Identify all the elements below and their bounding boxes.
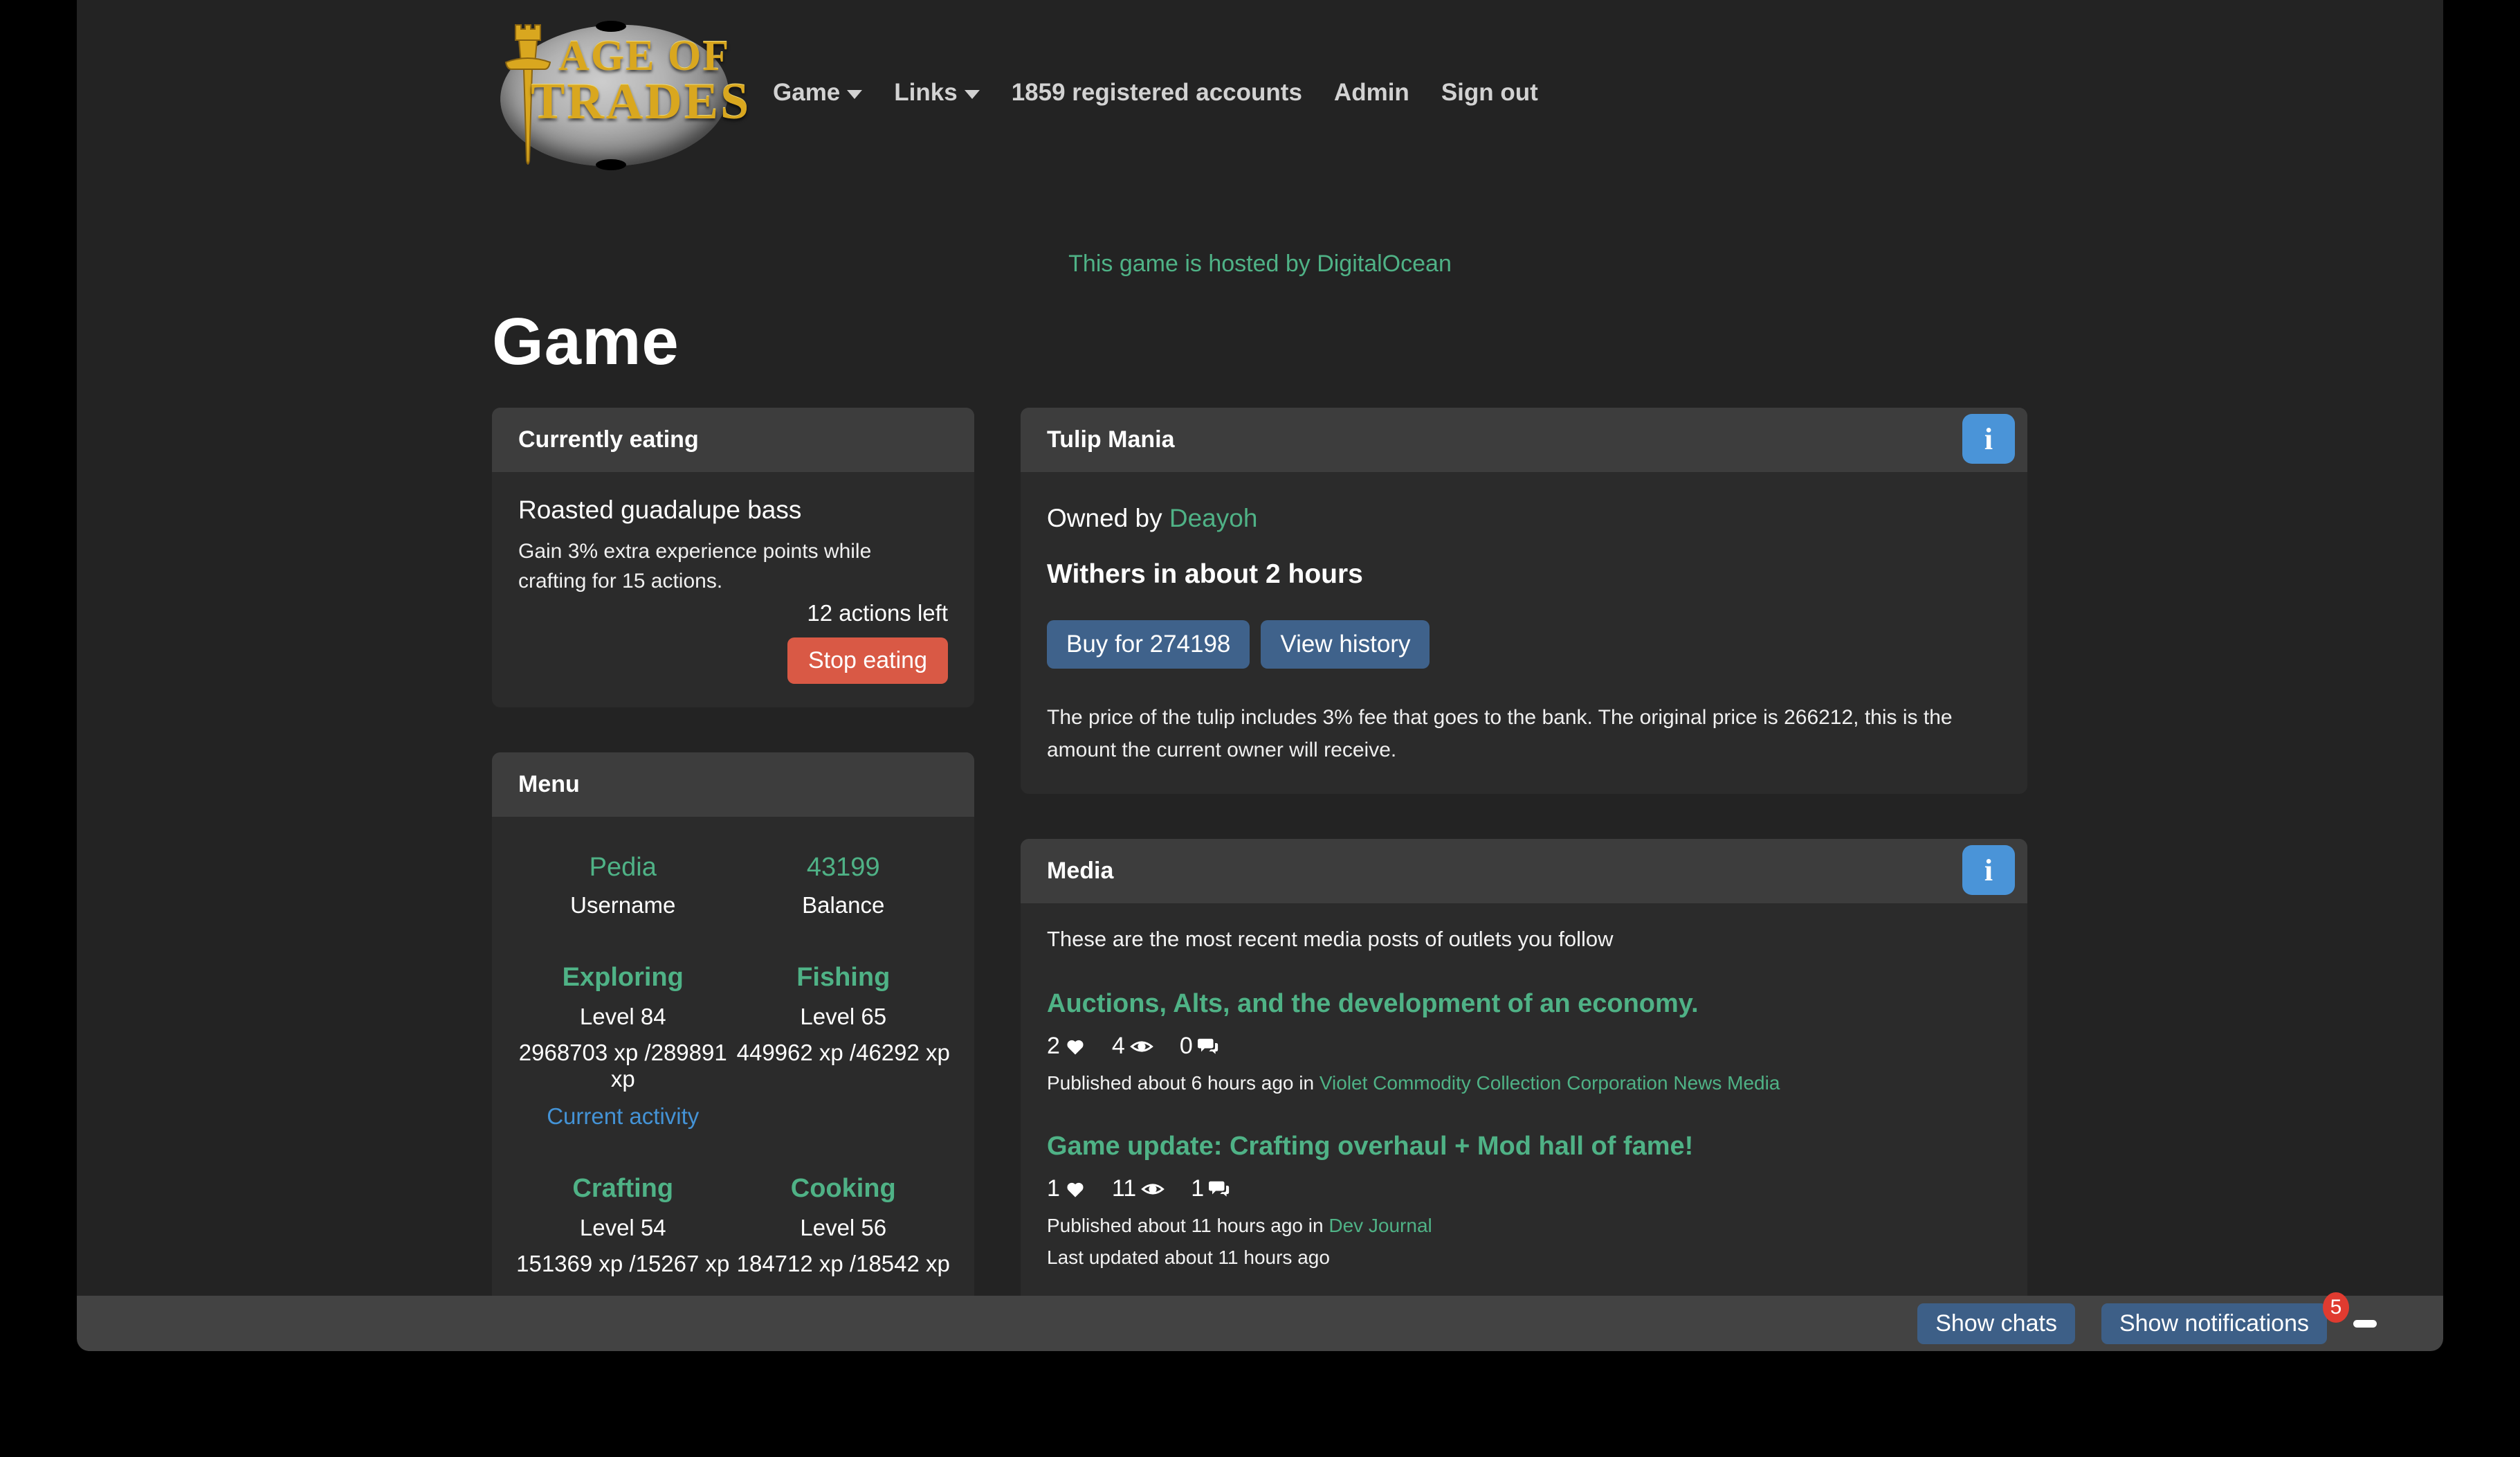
nav-item-sign-out-label: Sign out xyxy=(1441,79,1538,107)
skill-cell: Fishing Level 65 449962 xp /46292 xp xyxy=(733,963,954,1130)
username-cell: Pedia Username xyxy=(513,853,733,918)
eye-icon xyxy=(1141,1179,1165,1200)
age-of-trades-logo[interactable]: AGE OF TRADES xyxy=(492,24,733,169)
skill-link[interactable]: Crafting xyxy=(572,1174,673,1203)
nav-item-game[interactable]: Game xyxy=(773,79,862,107)
nav-item-game-label: Game xyxy=(773,79,840,107)
post-stats: 1 11 1 xyxy=(1047,1175,2001,1202)
post-title-link[interactable]: Game update: Crafting overhaul + Mod hal… xyxy=(1047,1132,1693,1161)
current-activity-link[interactable]: Current activity xyxy=(513,1103,733,1130)
stop-eating-button[interactable]: Stop eating xyxy=(787,637,948,684)
heart-icon xyxy=(1065,1179,1086,1200)
username-label: Username xyxy=(513,892,733,918)
comments-stat: 1 xyxy=(1191,1175,1230,1202)
currently-eating-panel: Currently eating Roasted guadalupe bass … xyxy=(492,408,974,707)
actions-left-counter: 12 actions left xyxy=(518,600,948,626)
skill-level: Level 84 xyxy=(513,1004,733,1030)
skills-grid: Exploring Level 84 2968703 xp /289891 xp… xyxy=(513,963,953,1351)
skill-link[interactable]: Fishing xyxy=(796,963,890,992)
likes-stat: 2 xyxy=(1047,1033,1086,1060)
owned-by-line: Owned by Deayoh xyxy=(1047,504,2001,533)
nav-item-registered-accounts[interactable]: 1859 registered accounts xyxy=(1012,79,1302,107)
skill-xp: 2968703 xp /289891 xp xyxy=(513,1040,733,1092)
show-notifications-button[interactable]: Show notifications xyxy=(2101,1303,2327,1344)
balance-link[interactable]: 43199 xyxy=(807,853,880,882)
owner-link[interactable]: Deayoh xyxy=(1169,504,1258,532)
nav-item-links[interactable]: Links xyxy=(894,79,979,107)
menu-panel: Menu Pedia Username 43199 Balance xyxy=(492,752,974,1351)
heart-icon xyxy=(1065,1036,1086,1057)
outlet-link[interactable]: Violet Commodity Collection Corporation … xyxy=(1320,1072,1780,1094)
menu-header: Menu xyxy=(492,752,974,817)
chevron-down-icon xyxy=(965,90,980,99)
comments-stat: 0 xyxy=(1180,1033,1218,1060)
tulip-mania-title: Tulip Mania xyxy=(1047,426,1174,453)
navbar: AGE OF TRADES Game Links 1859 registered… xyxy=(492,0,2028,169)
info-icon[interactable]: i xyxy=(1962,414,2015,464)
media-post: Auctions, Alts, and the development of a… xyxy=(1047,989,2001,1094)
currently-eating-header: Currently eating xyxy=(492,408,974,472)
page-title: Game xyxy=(492,304,2028,380)
media-title: Media xyxy=(1047,858,1113,884)
post-published-line: Published about 6 hours ago in Violet Co… xyxy=(1047,1072,2001,1094)
view-history-button[interactable]: View history xyxy=(1261,620,1430,669)
skill-cell: Crafting Level 54 151369 xp /15267 xp xyxy=(513,1174,733,1277)
logo-notch-bottom xyxy=(596,159,626,170)
nav-item-admin[interactable]: Admin xyxy=(1334,79,1409,107)
views-stat: 11 xyxy=(1112,1175,1165,1202)
outlet-link[interactable]: Dev Journal xyxy=(1329,1215,1432,1236)
skill-xp: 449962 xp /46292 xp xyxy=(733,1040,954,1066)
skill-link[interactable]: Exploring xyxy=(563,963,684,992)
chevron-down-icon xyxy=(847,90,862,99)
views-stat: 4 xyxy=(1112,1033,1153,1060)
buy-button[interactable]: Buy for 274198 xyxy=(1047,620,1250,669)
info-icon[interactable]: i xyxy=(1962,845,2015,895)
app-window: AGE OF TRADES Game Links 1859 registered… xyxy=(77,0,2443,1351)
balance-label: Balance xyxy=(733,892,954,918)
media-panel: Media i These are the most recent media … xyxy=(1021,839,2027,1351)
notification-count-badge: 5 xyxy=(2323,1292,2349,1323)
nav-links: Game Links 1859 registered accounts Admi… xyxy=(773,79,1538,107)
media-post: Game update: Crafting overhaul + Mod hal… xyxy=(1047,1132,2001,1269)
likes-stat: 1 xyxy=(1047,1175,1086,1202)
skill-link[interactable]: Cooking xyxy=(791,1174,896,1203)
eye-icon xyxy=(1130,1036,1153,1057)
logo-wordmark: AGE OF TRADES xyxy=(538,36,751,127)
post-title-link[interactable]: Auctions, Alts, and the development of a… xyxy=(1047,989,1699,1019)
comments-icon xyxy=(1198,1036,1218,1057)
food-description: Gain 3% extra experience points while cr… xyxy=(518,537,909,596)
owned-by-prefix: Owned by xyxy=(1047,504,1169,532)
balance-cell: 43199 Balance xyxy=(733,853,954,918)
minimize-icon[interactable] xyxy=(2353,1320,2377,1328)
withers-line: Withers in about 2 hours xyxy=(1047,559,2001,590)
logo-notch-top xyxy=(596,21,626,32)
nav-item-links-label: Links xyxy=(894,79,957,107)
tulip-mania-panel: Tulip Mania i Owned by Deayoh Withers in… xyxy=(1021,408,2027,794)
show-chats-button[interactable]: Show chats xyxy=(1917,1303,2075,1344)
skill-level: Level 56 xyxy=(733,1215,954,1241)
post-stats: 2 4 0 xyxy=(1047,1033,2001,1060)
post-updated-line: Last updated about 11 hours ago xyxy=(1047,1247,2001,1269)
fee-note: The price of the tulip includes 3% fee t… xyxy=(1047,702,2001,766)
skill-cell: Exploring Level 84 2968703 xp /289891 xp… xyxy=(513,963,733,1130)
profile-grid: Pedia Username 43199 Balance xyxy=(513,853,953,918)
hosted-notice: This game is hosted by DigitalOcean xyxy=(492,251,2028,278)
footer-bar: Show chats Show notifications 5 xyxy=(77,1296,2443,1351)
skill-level: Level 65 xyxy=(733,1004,954,1030)
nav-item-sign-out[interactable]: Sign out xyxy=(1441,79,1538,107)
nav-item-registered-accounts-label: 1859 registered accounts xyxy=(1012,79,1302,107)
media-intro: These are the most recent media posts of… xyxy=(1047,927,2001,952)
food-name: Roasted guadalupe bass xyxy=(518,496,948,525)
post-published-line: Published about 11 hours ago in Dev Jour… xyxy=(1047,1215,2001,1237)
nav-item-admin-label: Admin xyxy=(1334,79,1409,107)
username-link[interactable]: Pedia xyxy=(590,853,657,882)
comments-icon xyxy=(1209,1179,1230,1200)
skill-level: Level 54 xyxy=(513,1215,733,1241)
skill-cell: Cooking Level 56 184712 xp /18542 xp xyxy=(733,1174,954,1277)
skill-xp: 184712 xp /18542 xp xyxy=(733,1251,954,1277)
skill-xp: 151369 xp /15267 xp xyxy=(513,1251,733,1277)
